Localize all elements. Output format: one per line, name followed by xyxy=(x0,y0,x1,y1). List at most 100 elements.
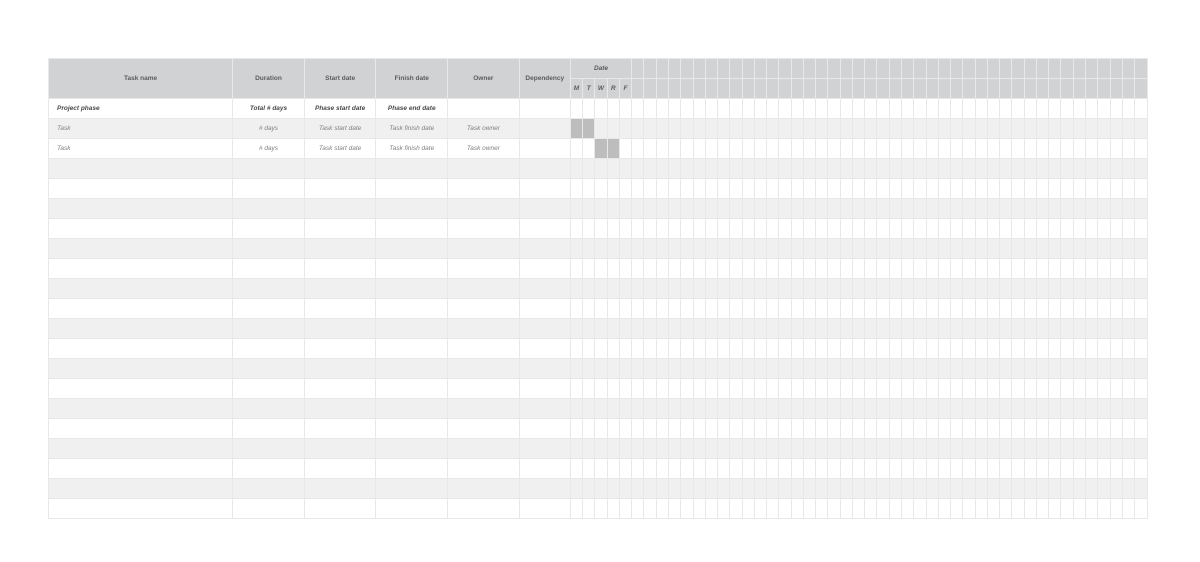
gantt-cell[interactable] xyxy=(718,139,730,159)
gantt-cell[interactable] xyxy=(938,159,950,179)
gantt-cell[interactable] xyxy=(767,319,779,339)
cell-owner[interactable] xyxy=(448,299,520,319)
gantt-cell[interactable] xyxy=(877,319,889,339)
cell-finish[interactable] xyxy=(376,499,448,519)
cell-dep[interactable] xyxy=(519,439,570,459)
gantt-cell[interactable] xyxy=(718,279,730,299)
gantt-cell[interactable] xyxy=(852,159,864,179)
gantt-cell[interactable] xyxy=(681,439,693,459)
gantt-cell[interactable] xyxy=(816,379,828,399)
gantt-cell[interactable] xyxy=(902,119,914,139)
gantt-cell[interactable] xyxy=(1135,119,1148,139)
gantt-cell[interactable] xyxy=(681,479,693,499)
gantt-cell[interactable] xyxy=(926,479,938,499)
gantt-cell[interactable] xyxy=(668,119,680,139)
gantt-cell[interactable] xyxy=(865,419,877,439)
gantt-cell[interactable] xyxy=(632,199,644,219)
gantt-cell[interactable] xyxy=(644,119,656,139)
gantt-cell[interactable] xyxy=(1049,339,1061,359)
gantt-cell[interactable] xyxy=(1000,199,1012,219)
gantt-cell[interactable] xyxy=(1036,139,1048,159)
gantt-cell[interactable] xyxy=(742,219,754,239)
gantt-cell[interactable] xyxy=(607,259,619,279)
gantt-cell[interactable] xyxy=(987,219,999,239)
gantt-cell[interactable] xyxy=(877,419,889,439)
gantt-cell[interactable] xyxy=(926,359,938,379)
gantt-cell[interactable] xyxy=(1110,139,1122,159)
gantt-cell[interactable] xyxy=(791,219,803,239)
gantt-bar-cell[interactable] xyxy=(583,119,595,139)
gantt-cell[interactable] xyxy=(914,119,926,139)
empty-row[interactable] xyxy=(49,179,1148,199)
gantt-cell[interactable] xyxy=(1061,459,1073,479)
gantt-cell[interactable] xyxy=(1000,159,1012,179)
empty-row[interactable] xyxy=(49,319,1148,339)
gantt-cell[interactable] xyxy=(693,259,705,279)
gantt-cell[interactable] xyxy=(632,319,644,339)
gantt-cell[interactable] xyxy=(1036,299,1048,319)
gantt-cell[interactable] xyxy=(1061,359,1073,379)
gantt-cell[interactable] xyxy=(1049,139,1061,159)
cell-start[interactable]: Task start date xyxy=(304,139,376,159)
gantt-cell[interactable] xyxy=(1049,479,1061,499)
gantt-cell[interactable] xyxy=(852,479,864,499)
gantt-cell[interactable] xyxy=(816,339,828,359)
gantt-cell[interactable] xyxy=(975,279,987,299)
gantt-cell[interactable] xyxy=(1086,259,1098,279)
cell-owner[interactable] xyxy=(448,99,520,119)
gantt-cell[interactable] xyxy=(1073,479,1085,499)
gantt-cell[interactable] xyxy=(926,159,938,179)
gantt-cell[interactable] xyxy=(963,359,975,379)
gantt-cell[interactable] xyxy=(1073,379,1085,399)
gantt-cell[interactable] xyxy=(803,159,815,179)
gantt-cell[interactable] xyxy=(926,299,938,319)
cell-dep[interactable] xyxy=(519,139,570,159)
gantt-cell[interactable] xyxy=(668,299,680,319)
gantt-cell[interactable] xyxy=(693,359,705,379)
gantt-cell[interactable] xyxy=(583,459,595,479)
gantt-cell[interactable] xyxy=(951,299,963,319)
gantt-cell[interactable] xyxy=(1024,259,1036,279)
gantt-cell[interactable] xyxy=(779,439,791,459)
gantt-cell[interactable] xyxy=(938,199,950,219)
gantt-cell[interactable] xyxy=(1049,199,1061,219)
gantt-cell[interactable] xyxy=(693,379,705,399)
gantt-cell[interactable] xyxy=(791,239,803,259)
gantt-cell[interactable] xyxy=(828,199,840,219)
gantt-cell[interactable] xyxy=(656,399,668,419)
gantt-cell[interactable] xyxy=(865,479,877,499)
gantt-cell[interactable] xyxy=(840,439,852,459)
gantt-cell[interactable] xyxy=(656,259,668,279)
gantt-cell[interactable] xyxy=(1073,219,1085,239)
cell-owner[interactable] xyxy=(448,439,520,459)
gantt-cell[interactable] xyxy=(1036,259,1048,279)
gantt-cell[interactable] xyxy=(902,299,914,319)
gantt-cell[interactable] xyxy=(840,499,852,519)
gantt-cell[interactable] xyxy=(938,279,950,299)
cell-task[interactable] xyxy=(49,319,233,339)
gantt-cell[interactable] xyxy=(1036,479,1048,499)
gantt-cell[interactable] xyxy=(926,319,938,339)
gantt-cell[interactable] xyxy=(951,199,963,219)
gantt-cell[interactable] xyxy=(693,179,705,199)
gantt-cell[interactable] xyxy=(668,199,680,219)
gantt-cell[interactable] xyxy=(1122,139,1134,159)
gantt-cell[interactable] xyxy=(914,219,926,239)
gantt-cell[interactable] xyxy=(1049,219,1061,239)
gantt-cell[interactable] xyxy=(902,279,914,299)
gantt-cell[interactable] xyxy=(718,359,730,379)
empty-row[interactable] xyxy=(49,239,1148,259)
gantt-cell[interactable] xyxy=(963,419,975,439)
gantt-cell[interactable] xyxy=(951,119,963,139)
gantt-cell[interactable] xyxy=(595,179,607,199)
cell-owner[interactable] xyxy=(448,219,520,239)
gantt-cell[interactable] xyxy=(570,279,582,299)
gantt-cell[interactable] xyxy=(619,319,631,339)
gantt-cell[interactable] xyxy=(902,499,914,519)
gantt-cell[interactable] xyxy=(1036,179,1048,199)
gantt-cell[interactable] xyxy=(1110,439,1122,459)
gantt-cell[interactable] xyxy=(1086,219,1098,239)
gantt-cell[interactable] xyxy=(644,199,656,219)
gantt-cell[interactable] xyxy=(656,239,668,259)
cell-task[interactable] xyxy=(49,459,233,479)
